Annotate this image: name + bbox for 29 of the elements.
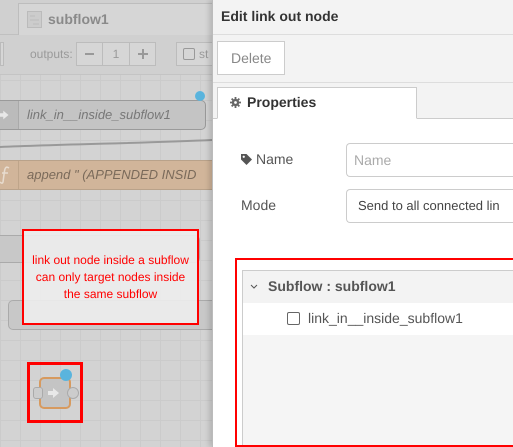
link-in-node[interactable]: link_in__inside_subflow1 — [0, 100, 206, 130]
field-label: Mode — [241, 196, 276, 216]
annotation-text: link out node inside a subflow can only target nodes inside the same subflow — [32, 252, 189, 302]
status-toggle[interactable]: st — [176, 42, 212, 66]
checkbox-label: st — [199, 46, 208, 63]
settings-icon — [230, 97, 241, 108]
tab-label: subflow1 — [48, 10, 109, 29]
outputs-value: 1 — [112, 46, 120, 63]
node-label: link_in__inside_subflow1 — [26, 106, 171, 124]
checkbox[interactable] — [287, 312, 300, 326]
subflow-icon — [27, 11, 42, 28]
outputs-spinner[interactable]: 1 — [76, 42, 156, 66]
properties-tab[interactable]: Properties — [217, 86, 417, 119]
input-port[interactable] — [33, 386, 43, 398]
delete-button[interactable]: Delete — [217, 41, 286, 76]
mode-select[interactable]: Send to all connected lin — [346, 188, 513, 223]
item-label: link_in__inside_subflow1 — [308, 309, 463, 328]
plus-icon[interactable] — [138, 49, 148, 59]
function-icon — [0, 166, 10, 184]
node-label: append " (APPENDED INSID — [26, 166, 196, 184]
checkbox[interactable] — [183, 48, 195, 60]
dialog-title: Edit link out node — [221, 7, 338, 26]
tag-icon — [241, 154, 252, 166]
field-label: Name — [256, 150, 294, 170]
workspace-tab[interactable]: subflow1 — [18, 3, 212, 35]
output-port[interactable] — [67, 386, 79, 398]
name-input[interactable]: Name — [346, 142, 513, 177]
function-node[interactable]: append " (APPENDED INSID — [0, 160, 212, 190]
tree-item[interactable]: link_in__inside_subflow1 — [243, 302, 513, 335]
